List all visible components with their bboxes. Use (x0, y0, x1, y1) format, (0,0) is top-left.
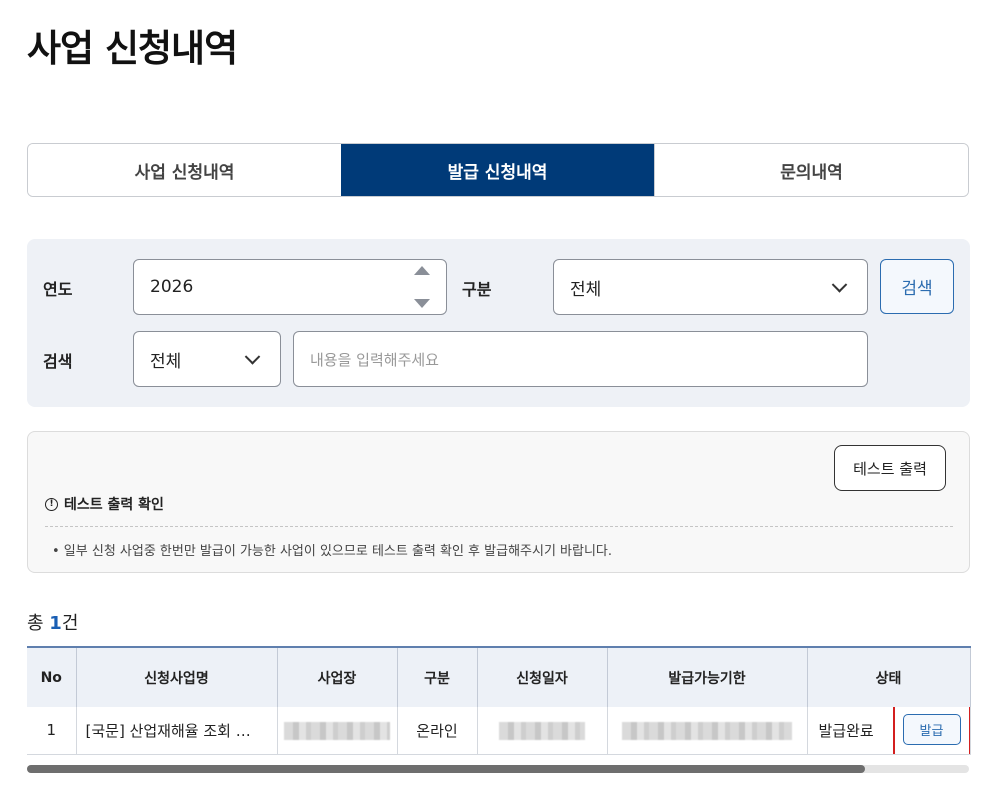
cell-business-name[interactable]: [국문] 산업재해율 조회 … (76, 707, 278, 755)
search-label: 검색 (43, 352, 73, 371)
total-count-number: 1 (49, 613, 62, 634)
cell-date-redacted (477, 707, 608, 755)
tab-business-applications[interactable]: 사업 신청내역 (28, 144, 341, 196)
chevron-down-icon (831, 277, 848, 293)
chevron-down-icon (244, 349, 261, 365)
table-header-row: No 신청사업명 사업장 구분 신청일자 발급가능기한 상태 (27, 646, 971, 707)
cell-no: 1 (27, 707, 77, 755)
notice-heading: ! 테스트 출력 확인 (45, 494, 164, 514)
col-no: No (27, 646, 77, 707)
increment-icon[interactable] (414, 266, 430, 275)
tab-issue-applications[interactable]: 발급 신청내역 (341, 144, 654, 196)
total-prefix: 총 (27, 613, 50, 634)
year-stepper[interactable]: 2026 (133, 259, 447, 315)
redacted-block (499, 721, 585, 740)
year-value: 2026 (150, 277, 194, 297)
decrement-icon[interactable] (414, 299, 430, 308)
cell-deadline-redacted (607, 707, 808, 755)
spinner-arrows[interactable] (414, 266, 430, 308)
category-label: 구분 (462, 280, 492, 299)
status-text: 발급완료 (818, 722, 874, 740)
notice-heading-text: 테스트 출력 확인 (64, 497, 164, 513)
cell-status: 발급완료 발급 (807, 707, 971, 755)
col-business-name: 신청사업명 (76, 646, 278, 707)
tab-bar: 사업 신청내역 발급 신청내역 문의내역 (27, 143, 969, 197)
horizontal-scrollbar[interactable] (27, 765, 969, 773)
col-status: 상태 (807, 646, 971, 707)
cell-type: 온라인 (397, 707, 478, 755)
keyword-input[interactable]: 내용을 입력해주세요 (293, 331, 868, 387)
search-panel: 연도 2026 구분 전체 검색 검색 전체 내용을 입력해주세요 (27, 239, 970, 407)
divider (45, 526, 953, 527)
page-title: 사업 신청내역 (27, 27, 238, 70)
applications-table: No 신청사업명 사업장 구분 신청일자 발급가능기한 상태 1 [국문] 산업… (27, 646, 971, 755)
test-print-notice: 테스트 출력 ! 테스트 출력 확인 • 일부 신청 사업중 한번만 발급이 가… (27, 431, 970, 573)
col-issue-deadline: 발급가능기한 (607, 646, 808, 707)
search-type-select[interactable]: 전체 (133, 331, 281, 387)
table-row: 1 [국문] 산업재해율 조회 … 온라인 발급완료 발급 (27, 707, 971, 755)
notice-body: • 일부 신청 사업중 한번만 발급이 가능한 사업이 있으므로 테스트 출력 … (52, 544, 613, 559)
redacted-block (284, 721, 390, 740)
total-count: 총 1건 (27, 609, 78, 635)
info-icon: ! (45, 497, 58, 511)
col-type: 구분 (397, 646, 478, 707)
search-type-value: 전체 (150, 351, 182, 372)
keyword-placeholder: 내용을 입력해주세요 (310, 350, 439, 369)
cell-workplace-redacted (277, 707, 398, 755)
total-suffix: 건 (61, 613, 79, 634)
search-button[interactable]: 검색 (880, 259, 954, 314)
col-application-date: 신청일자 (477, 646, 608, 707)
highlight-box (892, 707, 969, 753)
col-workplace: 사업장 (277, 646, 398, 707)
scrollbar-thumb[interactable] (27, 765, 865, 773)
year-label: 연도 (43, 280, 73, 299)
redacted-block (622, 721, 792, 740)
test-print-button[interactable]: 테스트 출력 (834, 445, 946, 491)
category-select[interactable]: 전체 (553, 259, 868, 315)
category-value: 전체 (570, 279, 602, 300)
tab-inquiries[interactable]: 문의내역 (654, 144, 968, 196)
